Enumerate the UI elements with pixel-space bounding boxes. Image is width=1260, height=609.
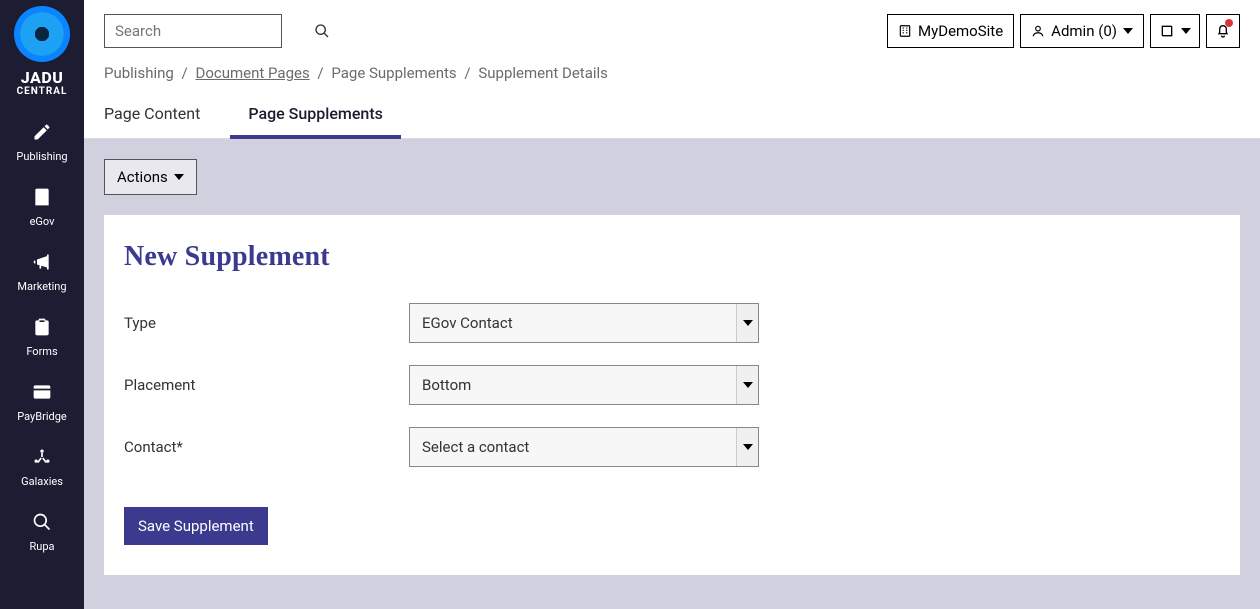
contact-selected-value: Select a contact [410, 438, 736, 456]
notification-dot-icon [1225, 19, 1233, 27]
pencil-icon [32, 120, 52, 144]
sidebar: JADU CENTRAL Publishing eGov Marketing F… [0, 0, 84, 609]
notifications-button[interactable] [1206, 14, 1240, 48]
contact-select[interactable]: Select a contact [409, 427, 759, 467]
main-region: MyDemoSite Admin (0) Pu [84, 0, 1260, 609]
library-menu-button[interactable] [1150, 14, 1200, 48]
contact-label: Contact* [124, 438, 409, 456]
credit-card-icon [32, 380, 52, 404]
nav-rupa[interactable]: Rupa [0, 498, 84, 563]
site-selector-button[interactable]: MyDemoSite [887, 14, 1014, 48]
chevron-down-icon [1181, 26, 1191, 36]
nav-label: Rupa [29, 540, 54, 553]
row-placement: Placement Bottom [124, 365, 1220, 405]
breadcrumb-item: Page Supplements [331, 64, 456, 82]
user-menu-button[interactable]: Admin (0) [1020, 14, 1144, 48]
nav-label: Forms [26, 345, 57, 358]
topbar: MyDemoSite Admin (0) [84, 0, 1260, 48]
nav-publishing[interactable]: Publishing [0, 108, 84, 173]
nav-label: Galaxies [21, 475, 63, 488]
nav-paybridge[interactable]: PayBridge [0, 368, 84, 433]
breadcrumb: Publishing / Document Pages / Page Suppl… [84, 48, 1260, 82]
nav-egov[interactable]: eGov [0, 173, 84, 238]
bullhorn-icon [32, 250, 52, 274]
brand-logo: JADU CENTRAL [14, 6, 70, 98]
row-contact: Contact* Select a contact [124, 427, 1220, 467]
placement-select[interactable]: Bottom [409, 365, 759, 405]
chevron-down-icon [736, 366, 758, 404]
type-selected-value: EGov Contact [410, 314, 736, 332]
breadcrumb-link[interactable]: Document Pages [195, 64, 309, 82]
actions-label: Actions [117, 168, 168, 186]
breadcrumb-item: Publishing [104, 64, 174, 82]
chevron-down-icon [736, 428, 758, 466]
type-label: Type [124, 314, 409, 332]
save-supplement-button[interactable]: Save Supplement [124, 507, 268, 545]
clipboard-icon [32, 315, 52, 339]
search-icon [314, 23, 330, 39]
user-icon [1031, 24, 1045, 38]
book-icon [1159, 23, 1175, 39]
nav-label: eGov [30, 215, 55, 228]
row-type: Type EGov Contact [124, 303, 1220, 343]
tab-page-supplements[interactable]: Page Supplements [230, 104, 401, 139]
chevron-down-icon [174, 172, 184, 182]
supplement-panel: New Supplement Type EGov Contact Placeme… [104, 215, 1240, 575]
tabs: Page Content Page Supplements [84, 82, 1260, 139]
nav-label: Marketing [17, 280, 66, 293]
nav-label: Publishing [16, 150, 67, 163]
panel-heading: New Supplement [124, 241, 1220, 273]
brand-name: JADU [21, 70, 64, 86]
chevron-down-icon [1123, 26, 1133, 36]
tab-page-content[interactable]: Page Content [104, 104, 200, 138]
network-icon [32, 445, 52, 469]
placement-label: Placement [124, 376, 409, 394]
nav-label: PayBridge [17, 410, 66, 423]
site-name: MyDemoSite [918, 22, 1003, 40]
nav-marketing[interactable]: Marketing [0, 238, 84, 303]
search-input-wrap[interactable] [104, 14, 282, 48]
placement-selected-value: Bottom [410, 376, 736, 394]
type-select[interactable]: EGov Contact [409, 303, 759, 343]
nav-galaxies[interactable]: Galaxies [0, 433, 84, 498]
work-area: Actions New Supplement Type EGov Contact… [84, 139, 1260, 609]
site-icon [898, 24, 912, 38]
brand-subtitle: CENTRAL [17, 86, 68, 98]
nav-forms[interactable]: Forms [0, 303, 84, 368]
search-icon [32, 510, 52, 534]
building-icon [32, 185, 52, 209]
actions-button[interactable]: Actions [104, 159, 197, 195]
chevron-down-icon [736, 304, 758, 342]
logo-icon [14, 6, 70, 62]
breadcrumb-item: Supplement Details [478, 64, 608, 82]
user-label: Admin (0) [1051, 22, 1117, 40]
search-input[interactable] [115, 22, 314, 40]
